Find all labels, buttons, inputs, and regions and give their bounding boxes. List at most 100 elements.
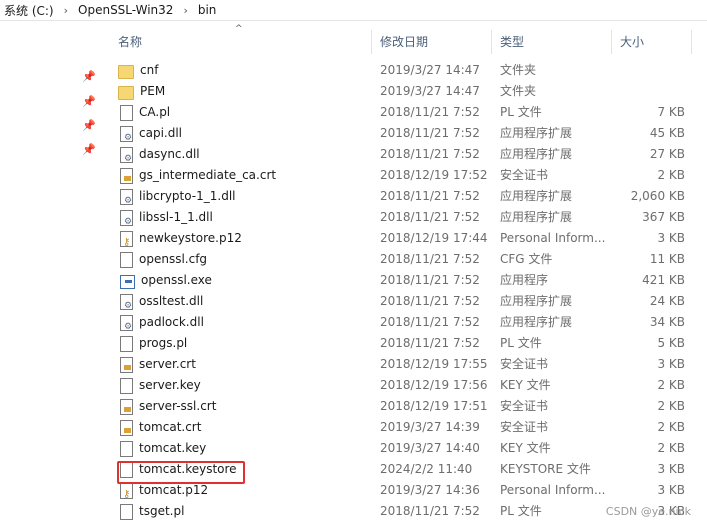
file-name-cell[interactable]: libcrypto-1_1.dll — [118, 186, 373, 207]
file-size — [615, 81, 685, 102]
file-row[interactable]: libcrypto-1_1.dll 2018/11/21 7:52 应用程序扩展… — [110, 186, 695, 207]
file-icon — [120, 503, 133, 520]
file-row[interactable]: tomcat.key 2019/3/27 14:40 KEY 文件 2 KB — [110, 438, 695, 459]
file-name-cell[interactable]: CA.pl — [118, 102, 373, 123]
file-size: 2 KB — [657, 441, 685, 455]
file-size: 11 KB — [649, 252, 685, 266]
file-name-cell[interactable]: server.key — [118, 375, 373, 396]
file-row[interactable]: PEM 2019/3/27 14:47 文件夹 — [110, 81, 695, 102]
file-date: 2018/11/21 7:52 — [380, 147, 480, 161]
column-header-name[interactable]: 名称 — [110, 30, 372, 54]
file-size: 24 KB — [649, 294, 685, 308]
file-row[interactable]: libssl-1_1.dll 2018/11/21 7:52 应用程序扩展 36… — [110, 207, 695, 228]
file-row[interactable]: newkeystore.p12 2018/12/19 17:44 Persona… — [110, 228, 695, 249]
watermark: CSDN @ye.nick — [605, 505, 691, 518]
file-row[interactable]: server.key 2018/12/19 17:56 KEY 文件 2 KB — [110, 375, 695, 396]
file-size: 45 KB — [649, 126, 685, 140]
chevron-right-icon[interactable]: › — [58, 4, 74, 17]
breadcrumb: 系统 (C:) › OpenSSL-Win32 › bin — [0, 0, 707, 21]
file-name: tomcat.crt — [139, 420, 202, 434]
file-name: libcrypto-1_1.dll — [139, 189, 236, 203]
file-name-cell[interactable]: PEM — [118, 81, 373, 102]
file-size: 34 KB — [649, 315, 685, 329]
file-row[interactable]: capi.dll 2018/11/21 7:52 应用程序扩展 45 KB — [110, 123, 695, 144]
breadcrumb-item-openssl[interactable]: OpenSSL-Win32 — [74, 3, 177, 17]
file-name-cell[interactable]: server-ssl.crt — [118, 396, 373, 417]
file-row[interactable]: server-ssl.crt 2018/12/19 17:51 安全证书 2 K… — [110, 396, 695, 417]
file-size: 3 KB — [657, 462, 685, 476]
file-row[interactable]: progs.pl 2018/11/21 7:52 PL 文件 5 KB — [110, 333, 695, 354]
file-icon — [120, 251, 133, 268]
file-name-cell[interactable]: tomcat.key — [118, 438, 373, 459]
breadcrumb-item-bin[interactable]: bin — [194, 3, 221, 17]
column-header-date[interactable]: 修改日期 — [372, 30, 492, 54]
file-type: PL 文件 — [500, 105, 542, 119]
file-type: PL 文件 — [500, 336, 542, 350]
file-name-cell[interactable]: libssl-1_1.dll — [118, 207, 373, 228]
file-name-cell[interactable]: capi.dll — [118, 123, 373, 144]
file-name-cell[interactable]: tsget.pl — [118, 501, 373, 522]
file-name: PEM — [140, 84, 166, 98]
file-name: openssl.cfg — [139, 252, 208, 266]
p12-icon — [120, 230, 133, 249]
file-icon — [120, 335, 133, 352]
file-size — [615, 60, 685, 81]
certificate-icon — [120, 167, 133, 184]
file-name: padlock.dll — [139, 315, 204, 329]
file-size: 2 KB — [657, 420, 685, 434]
file-type: 安全证书 — [500, 357, 549, 371]
file-name: libssl-1_1.dll — [139, 210, 213, 224]
file-type: 应用程序扩展 — [500, 126, 573, 140]
file-name-cell[interactable]: server.crt — [118, 354, 373, 375]
column-header-size[interactable]: 大小 — [612, 30, 692, 54]
chevron-right-icon[interactable]: › — [177, 4, 193, 17]
file-type: 安全证书 — [500, 399, 549, 413]
file-name-cell[interactable]: cnf — [118, 60, 373, 81]
file-date: 2018/11/21 7:52 — [380, 189, 480, 203]
file-date: 2018/11/21 7:52 — [380, 105, 480, 119]
certificate-icon — [120, 398, 133, 415]
file-date: 2018/11/21 7:52 — [380, 273, 480, 287]
file-name-cell[interactable]: tomcat.crt — [118, 417, 373, 438]
file-name-cell[interactable]: ossltest.dll — [118, 291, 373, 312]
file-row[interactable]: dasync.dll 2018/11/21 7:52 应用程序扩展 27 KB — [110, 144, 695, 165]
file-type: PL 文件 — [500, 504, 542, 518]
file-name: dasync.dll — [139, 147, 200, 161]
file-size: 3 KB — [657, 357, 685, 371]
file-name: ossltest.dll — [139, 294, 204, 308]
file-date: 2018/12/19 17:56 — [380, 378, 488, 392]
file-date: 2019/3/27 14:47 — [380, 63, 480, 77]
file-date: 2024/2/2 11:40 — [380, 462, 473, 476]
file-row[interactable]: tomcat.crt 2019/3/27 14:39 安全证书 2 KB — [110, 417, 695, 438]
file-type: CFG 文件 — [500, 252, 553, 266]
file-date: 2018/11/21 7:52 — [380, 315, 480, 329]
file-name-cell[interactable]: gs_intermediate_ca.crt — [118, 165, 373, 186]
file-name-cell[interactable]: padlock.dll — [118, 312, 373, 333]
file-row[interactable]: padlock.dll 2018/11/21 7:52 应用程序扩展 34 KB — [110, 312, 695, 333]
file-row[interactable]: openssl.exe 2018/11/21 7:52 应用程序 421 KB — [110, 270, 695, 291]
file-row[interactable]: CA.pl 2018/11/21 7:52 PL 文件 7 KB — [110, 102, 695, 123]
dll-icon — [120, 209, 133, 228]
file-name-cell[interactable]: dasync.dll — [118, 144, 373, 165]
file-row[interactable]: ossltest.dll 2018/11/21 7:52 应用程序扩展 24 K… — [110, 291, 695, 312]
p12-icon — [120, 482, 133, 501]
file-name: gs_intermediate_ca.crt — [139, 168, 277, 182]
file-type: KEYSTORE 文件 — [500, 462, 591, 476]
file-icon — [120, 440, 133, 457]
file-name-cell[interactable]: newkeystore.p12 — [118, 228, 373, 249]
column-header-type[interactable]: 类型 — [492, 30, 612, 54]
breadcrumb-item-drive[interactable]: 系统 (C:) — [0, 2, 58, 19]
file-row[interactable]: cnf 2019/3/27 14:47 文件夹 — [110, 60, 695, 81]
column-header: ^ 名称 修改日期 类型 大小 — [110, 24, 700, 54]
file-row[interactable]: gs_intermediate_ca.crt 2018/12/19 17:52 … — [110, 165, 695, 186]
certificate-icon — [120, 419, 133, 436]
file-name-cell[interactable]: openssl.cfg — [118, 249, 373, 270]
file-row[interactable]: openssl.cfg 2018/11/21 7:52 CFG 文件 11 KB — [110, 249, 695, 270]
highlight-box — [117, 461, 245, 484]
file-type: 安全证书 — [500, 420, 549, 434]
file-name-cell[interactable]: openssl.exe — [118, 270, 373, 291]
file-row[interactable]: server.crt 2018/12/19 17:55 安全证书 3 KB — [110, 354, 695, 375]
file-date: 2018/11/21 7:52 — [380, 252, 480, 266]
file-date: 2018/11/21 7:52 — [380, 210, 480, 224]
file-name-cell[interactable]: progs.pl — [118, 333, 373, 354]
